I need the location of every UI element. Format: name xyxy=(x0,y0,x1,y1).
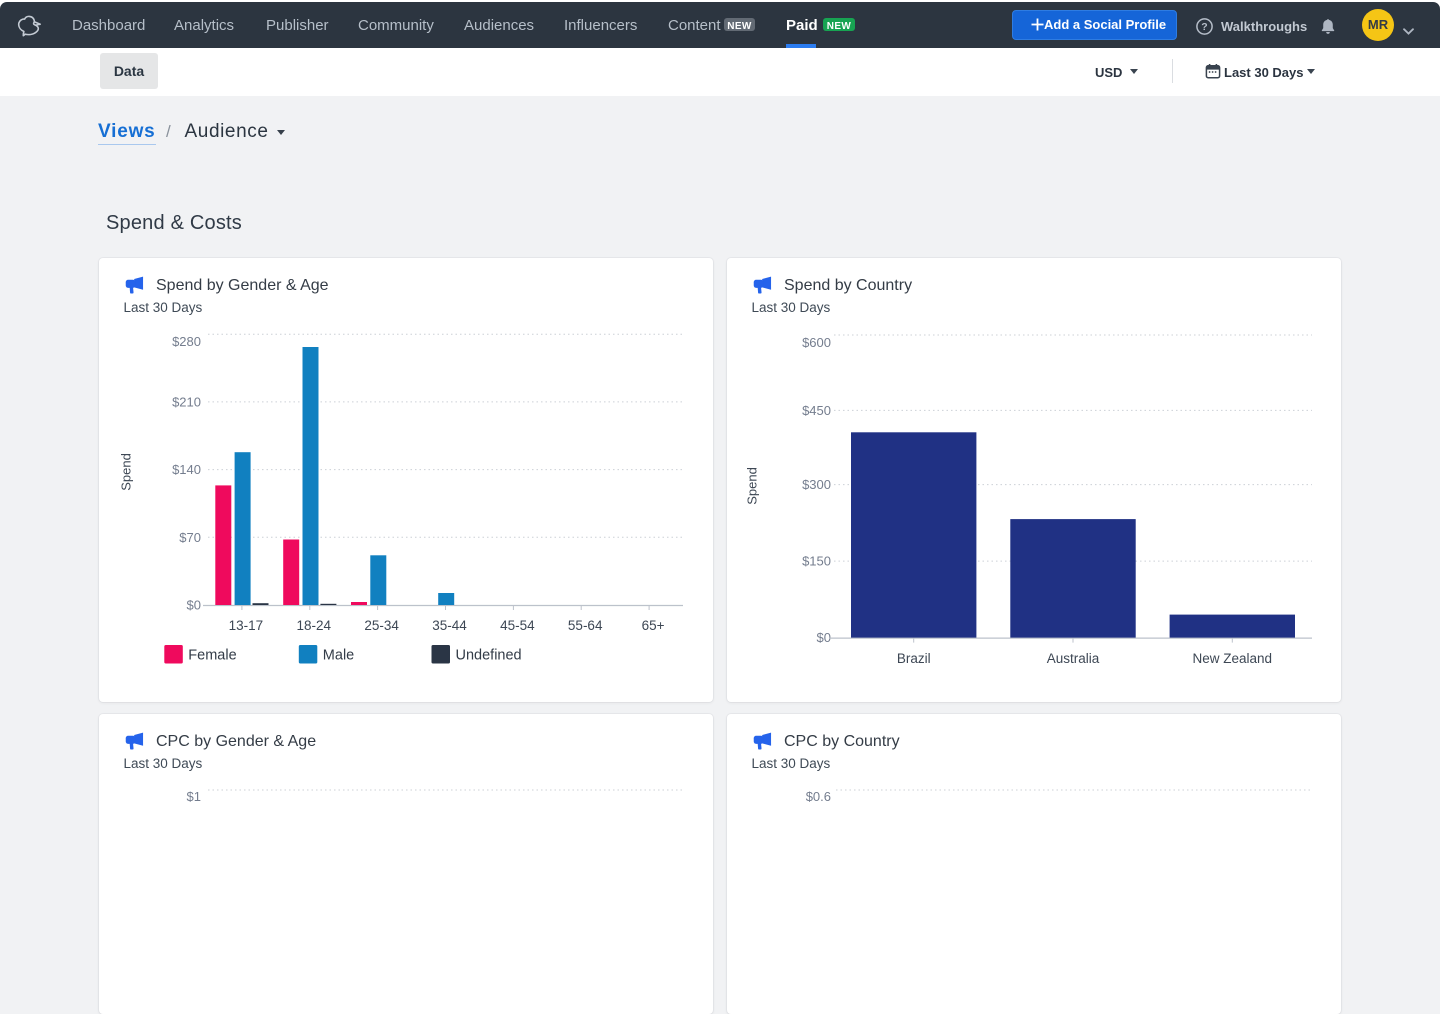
svg-text:$300: $300 xyxy=(802,477,831,492)
svg-text:55-64: 55-64 xyxy=(568,618,603,633)
svg-text:$0: $0 xyxy=(187,598,201,613)
svg-text:New Zealand: New Zealand xyxy=(1193,651,1273,666)
svg-text:$140: $140 xyxy=(172,462,201,477)
svg-text:$1: $1 xyxy=(187,789,201,804)
svg-text:$150: $150 xyxy=(802,554,831,569)
svg-text:Australia: Australia xyxy=(1047,651,1100,666)
svg-text:$70: $70 xyxy=(179,530,201,545)
svg-text:Brazil: Brazil xyxy=(897,651,931,666)
svg-text:Spend: Spend xyxy=(119,453,134,491)
svg-text:65+: 65+ xyxy=(642,618,665,633)
svg-text:$600: $600 xyxy=(802,335,831,350)
svg-text:Undefined: Undefined xyxy=(456,648,522,664)
svg-text:18-24: 18-24 xyxy=(297,618,332,633)
svg-text:?: ? xyxy=(1201,21,1207,33)
svg-text:45-54: 45-54 xyxy=(500,618,535,633)
svg-text:$0.6: $0.6 xyxy=(806,789,831,804)
svg-text:35-44: 35-44 xyxy=(432,618,467,633)
svg-text:$210: $210 xyxy=(172,394,201,409)
svg-text:13-17: 13-17 xyxy=(229,618,264,633)
svg-text:Female: Female xyxy=(188,648,236,664)
svg-text:$450: $450 xyxy=(802,403,831,418)
svg-text:$0: $0 xyxy=(817,630,831,645)
svg-text:Spend: Spend xyxy=(745,467,760,505)
svg-text:$280: $280 xyxy=(172,334,201,349)
svg-text:25-34: 25-34 xyxy=(364,618,399,633)
svg-text:Male: Male xyxy=(323,648,354,664)
